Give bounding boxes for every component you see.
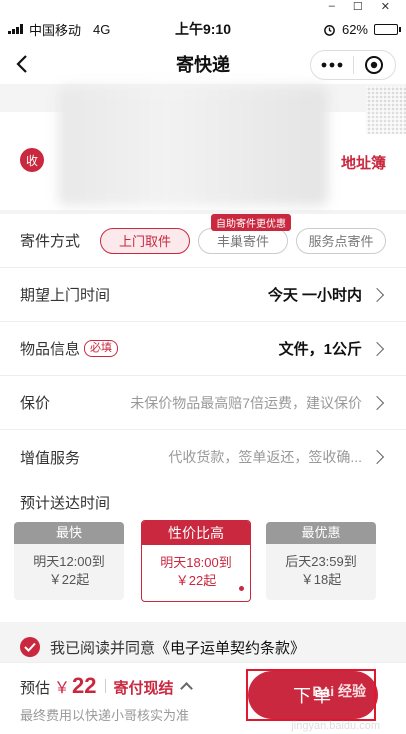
pickup-time-value: 今天 一小时内 bbox=[267, 287, 362, 304]
shipping-method-row: 寄件方式 上门取件 自助寄件更优惠 丰巢寄件 服务点寄件 bbox=[0, 213, 406, 268]
insurance-hint: 未保价物品最高赔7倍运费，建议保价 bbox=[130, 394, 362, 411]
chevron-right-icon bbox=[369, 449, 385, 465]
mini-program-capsule bbox=[310, 50, 396, 80]
eta-option-price: ￥18起 bbox=[300, 572, 342, 587]
target-icon bbox=[365, 56, 384, 74]
currency-symbol: ￥ bbox=[54, 680, 71, 697]
eta-option-time: 后天23:59到 bbox=[285, 554, 357, 569]
close-icon[interactable]: ✕ bbox=[381, 0, 390, 14]
battery-icon bbox=[374, 23, 401, 35]
estimate-note: 最终费用以快递小哥核实为准 bbox=[20, 708, 190, 723]
close-mini-program-button[interactable] bbox=[354, 51, 396, 79]
window-controls: – ☐ ✕ bbox=[0, 0, 406, 14]
eta-title: 预计送达时间 bbox=[20, 495, 111, 512]
carrier-name: 中国移动 bbox=[29, 22, 82, 38]
price-estimate[interactable]: 预估 ￥ 22 寄付现结 bbox=[20, 673, 193, 699]
selected-dot-icon bbox=[239, 586, 244, 591]
eta-option-tag: 最快 bbox=[14, 522, 124, 544]
eta-option-best-value[interactable]: 性价比高 明天18:00到 ￥22起 bbox=[141, 520, 251, 602]
chevron-up-icon bbox=[179, 681, 193, 695]
item-info-label: 物品信息 bbox=[20, 341, 81, 358]
value-added-label: 增值服务 bbox=[20, 449, 81, 467]
chevron-right-icon bbox=[369, 341, 385, 356]
agreement-row: 我已阅读并同意 《电子运单契约条款》 bbox=[0, 632, 406, 662]
agreement-checkbox[interactable] bbox=[20, 637, 40, 657]
eta-option-tag: 最优惠 bbox=[266, 522, 376, 544]
baidu-jingyan-logo: Bai 经验 bbox=[312, 683, 366, 699]
status-time: 上午9:10 bbox=[174, 21, 232, 37]
nav-bar: 寄快递 bbox=[0, 44, 406, 84]
alarm-icon bbox=[324, 24, 335, 36]
agreement-link[interactable]: 《电子运单契约条款》 bbox=[155, 637, 305, 658]
eta-option-time: 明天18:00到 bbox=[160, 555, 232, 570]
item-info-value: 文件，1公斤 bbox=[278, 341, 362, 358]
eta-option-fastest[interactable]: 最快 明天12:00到 ￥22起 bbox=[14, 522, 124, 600]
maximize-icon[interactable]: ☐ bbox=[353, 0, 363, 14]
back-arrow-icon bbox=[16, 55, 27, 73]
promo-badge: 自助寄件更优惠 bbox=[211, 213, 291, 231]
insurance-label: 保价 bbox=[20, 395, 51, 412]
pixelated-decoration bbox=[366, 86, 406, 134]
recipient-address-card[interactable]: 收 地址簿 bbox=[0, 86, 406, 210]
value-added-hint: 代收货款，签单返还，签收确... bbox=[168, 449, 362, 465]
network-type: 4G bbox=[93, 21, 111, 37]
value-added-row[interactable]: 增值服务 代收货款，签单返还，签收确... bbox=[0, 430, 406, 484]
more-dots-icon bbox=[321, 62, 343, 68]
status-bar: 中国移动 4G 上午9:10 62% bbox=[0, 14, 406, 44]
eta-option-price: ￥22起 bbox=[48, 572, 90, 587]
agreement-text: 我已阅读并同意 bbox=[50, 639, 156, 657]
eta-option-price: ￥22起 bbox=[175, 573, 217, 588]
option-door-pickup[interactable]: 上门取件 bbox=[100, 227, 190, 254]
option-hive-box-label: 丰巢寄件 bbox=[216, 234, 269, 249]
watermark-text: jingyan.baidu.com bbox=[291, 720, 380, 732]
eta-option-tag: 性价比高 bbox=[142, 521, 250, 545]
battery-percent: 62% bbox=[341, 21, 368, 37]
more-button[interactable] bbox=[311, 51, 353, 79]
shipping-form: 寄件方式 上门取件 自助寄件更优惠 丰巢寄件 服务点寄件 期望上门时间 今天 一… bbox=[0, 213, 406, 484]
checkmark-icon bbox=[24, 642, 36, 652]
signal-icon bbox=[8, 24, 23, 34]
delivery-eta-section: 预计送达时间 最快 明天12:00到 ￥22起 性价比高 明天18:00到 ￥2… bbox=[0, 484, 406, 622]
pickup-time-row[interactable]: 期望上门时间 今天 一小时内 bbox=[0, 268, 406, 322]
pickup-time-label: 期望上门时间 bbox=[20, 287, 111, 304]
blurred-address-content bbox=[58, 86, 328, 206]
shipping-method-options: 上门取件 自助寄件更优惠 丰巢寄件 服务点寄件 bbox=[100, 213, 386, 254]
minimize-icon[interactable]: – bbox=[329, 0, 335, 14]
back-button[interactable] bbox=[0, 44, 44, 84]
eta-option-cheapest[interactable]: 最优惠 后天23:59到 ￥18起 bbox=[266, 522, 376, 600]
estimate-amount: 22 bbox=[72, 673, 97, 698]
required-tag: 必填 bbox=[84, 340, 119, 357]
shipping-method-label: 寄件方式 bbox=[20, 233, 81, 250]
payment-mode: 寄付现结 bbox=[113, 680, 174, 697]
address-book-link[interactable]: 地址簿 bbox=[341, 152, 386, 173]
chevron-right-icon bbox=[369, 395, 385, 410]
item-info-row[interactable]: 物品信息 必填 文件，1公斤 bbox=[0, 322, 406, 376]
estimate-label: 预估 bbox=[20, 680, 51, 697]
eta-option-time: 明天12:00到 bbox=[33, 554, 105, 569]
chevron-right-icon bbox=[369, 287, 385, 302]
option-hive-box[interactable]: 自助寄件更优惠 丰巢寄件 bbox=[198, 213, 291, 254]
insurance-row[interactable]: 保价 未保价物品最高赔7倍运费，建议保价 bbox=[0, 376, 406, 430]
checkout-bar: 预估 ￥ 22 寄付现结 最终费用以快递小哥核实为准 下单 Bai 经验 jin… bbox=[0, 662, 406, 734]
option-service-point[interactable]: 服务点寄件 bbox=[296, 227, 386, 254]
recipient-badge: 收 bbox=[20, 148, 44, 172]
